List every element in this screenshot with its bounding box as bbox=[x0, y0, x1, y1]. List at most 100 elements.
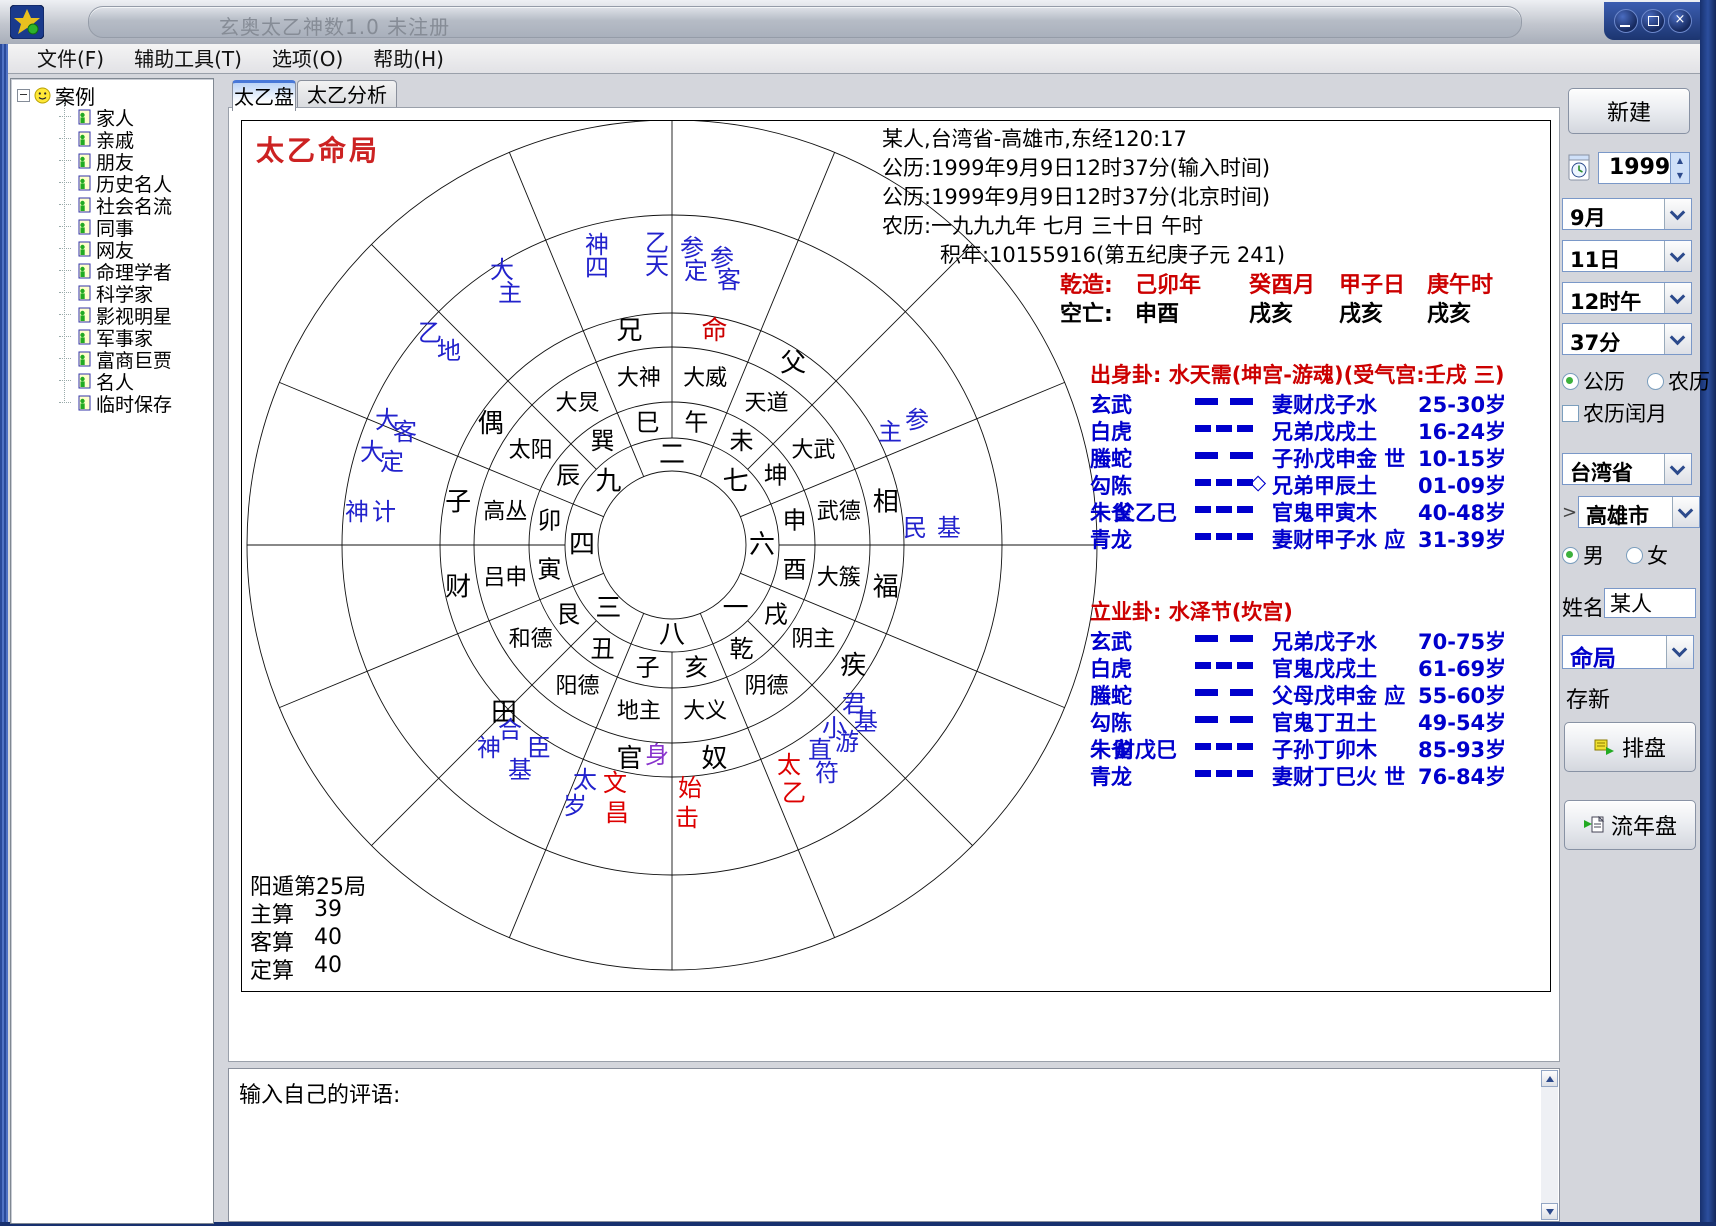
info-line-0: 某人,台湾省-高雄市,东经120:17 bbox=[882, 125, 1285, 154]
chart-sector-line bbox=[700, 152, 834, 476]
tab-taiyifenxi[interactable]: 太乙分析 bbox=[297, 80, 397, 109]
chart-label: 未 bbox=[729, 427, 753, 455]
person-doc-icon bbox=[76, 109, 91, 125]
tree-root[interactable]: 案例 bbox=[17, 84, 95, 106]
female-radio[interactable] bbox=[1626, 547, 1643, 564]
ju-label: 阳遁第25局 bbox=[250, 869, 366, 897]
comment-scrollbar[interactable] bbox=[1541, 1070, 1558, 1220]
titlebar[interactable]: 玄奥太乙神数1.0 未注册 × bbox=[0, 0, 1716, 45]
name-label: 姓名 bbox=[1562, 592, 1604, 622]
hexagram-row: 玄武妻财戊子水25-30岁 bbox=[1090, 389, 1530, 413]
chart-label: 二 bbox=[659, 440, 685, 470]
chart-label: 阴德 bbox=[744, 674, 788, 699]
maximize-button[interactable] bbox=[1641, 9, 1665, 33]
bazi-value: 己卯年 bbox=[1135, 267, 1201, 299]
chart-label: 和德 bbox=[509, 627, 553, 652]
window-frame-bottom bbox=[0, 1222, 1716, 1226]
liunian-button[interactable]: 流年盘 bbox=[1564, 800, 1696, 850]
six-god-label: 勾陈 bbox=[1090, 707, 1132, 737]
stat-row: 主算39 bbox=[250, 897, 366, 925]
minute-select[interactable]: 37分 bbox=[1562, 323, 1692, 355]
day-select[interactable]: 11日 bbox=[1562, 240, 1692, 272]
sidebar-item-13[interactable]: 临时保存 bbox=[59, 392, 172, 414]
bazi-value: 戌亥 bbox=[1249, 296, 1293, 328]
hexagram-row: 勾陈◇兄弟甲辰土01-09岁 bbox=[1090, 470, 1530, 494]
chevron-down-icon[interactable] bbox=[1664, 324, 1691, 354]
menu-item-0[interactable]: 文件(F) bbox=[22, 46, 119, 72]
year-spinner[interactable]: 1999 ▲▼ bbox=[1598, 152, 1690, 184]
chart-label: 武德 bbox=[817, 499, 861, 524]
line-text: 官鬼甲寅木 bbox=[1272, 497, 1377, 527]
line-text: 妻财戊子水 bbox=[1272, 389, 1377, 419]
chevron-down-icon[interactable] bbox=[1664, 199, 1691, 229]
hour-select[interactable]: 12时午 bbox=[1562, 282, 1692, 314]
chart-label: 疾 bbox=[840, 651, 866, 681]
person-doc-icon bbox=[76, 219, 91, 235]
day-value: 11日 bbox=[1570, 244, 1620, 274]
city-select[interactable]: 高雄市 bbox=[1578, 496, 1700, 528]
chart-label: 兄 bbox=[616, 316, 642, 346]
chevron-down-icon[interactable] bbox=[1664, 454, 1691, 484]
year-spin-buttons[interactable]: ▲▼ bbox=[1670, 153, 1689, 183]
minimize-button[interactable] bbox=[1614, 9, 1638, 33]
chart-type-select[interactable]: 命局 bbox=[1562, 635, 1694, 669]
chart-label: 相 bbox=[873, 487, 899, 517]
menu-bar: 文件(F)辅助工具(T)选项(O)帮助(H) bbox=[8, 44, 1700, 74]
chart-label: 命 bbox=[702, 316, 728, 346]
city-marker: > bbox=[1562, 502, 1577, 523]
chart-label: 三 bbox=[595, 594, 621, 624]
six-god-label: 玄武 bbox=[1090, 626, 1132, 656]
bazi-value: 申酉 bbox=[1135, 296, 1179, 328]
chart-label: 八 bbox=[659, 620, 685, 650]
close-button[interactable]: × bbox=[1668, 9, 1692, 33]
month-value: 9月 bbox=[1570, 202, 1606, 232]
yang-line-symbol bbox=[1195, 533, 1253, 540]
chart-label: 偶 bbox=[478, 409, 504, 439]
menu-item-1[interactable]: 辅助工具(T) bbox=[119, 46, 257, 72]
line-prefix: 财戊巳 bbox=[1114, 734, 1177, 764]
age-range: 55-60岁 bbox=[1418, 680, 1506, 710]
month-select[interactable]: 9月 bbox=[1562, 198, 1692, 230]
chevron-down-icon[interactable] bbox=[1666, 636, 1693, 668]
age-range: 31-39岁 bbox=[1418, 524, 1506, 554]
hour-value: 12时午 bbox=[1570, 286, 1641, 316]
person-doc-icon bbox=[76, 241, 91, 257]
scroll-up-button[interactable] bbox=[1541, 1070, 1558, 1087]
lunar-radio[interactable] bbox=[1647, 373, 1664, 390]
person-doc-icon bbox=[76, 395, 91, 411]
bazi-value: 庚午时 bbox=[1427, 267, 1493, 299]
chart-label: 亥 bbox=[684, 654, 708, 682]
six-god-label: 螣蛇 bbox=[1090, 680, 1132, 710]
chevron-down-icon[interactable] bbox=[1664, 283, 1691, 313]
chart-label: 客 bbox=[717, 266, 741, 294]
age-range: 16-24岁 bbox=[1418, 416, 1506, 446]
male-radio[interactable] bbox=[1562, 547, 1579, 564]
age-range: 85-93岁 bbox=[1418, 734, 1506, 764]
province-select[interactable]: 台湾省 bbox=[1562, 453, 1692, 485]
chart-label: 寅 bbox=[537, 555, 561, 583]
leap-month-checkbox[interactable] bbox=[1562, 405, 1579, 422]
paipan-button[interactable]: 排盘 bbox=[1564, 722, 1696, 772]
chart-label: 福 bbox=[873, 573, 899, 603]
chevron-down-icon[interactable] bbox=[1664, 241, 1691, 271]
chart-label: 坤 bbox=[764, 462, 788, 490]
line-text: 父母戊申金 应 bbox=[1272, 680, 1405, 710]
menu-item-2[interactable]: 选项(O) bbox=[257, 46, 358, 72]
hexagram-row: 朱雀财戊巳子孙丁卯木85-93岁 bbox=[1090, 734, 1530, 758]
name-field[interactable] bbox=[1604, 588, 1696, 618]
save-new-label: 存新 bbox=[1566, 682, 1610, 714]
tree-collapse-icon[interactable] bbox=[17, 89, 30, 102]
tab-taiyipan[interactable]: 太乙盘 bbox=[232, 80, 296, 111]
menu-item-3[interactable]: 帮助(H) bbox=[358, 46, 459, 72]
line-text: 官鬼戊戌土 bbox=[1272, 653, 1377, 683]
chart-label: 文 bbox=[603, 769, 627, 797]
chevron-down-icon[interactable] bbox=[1672, 497, 1699, 527]
solar-radio[interactable] bbox=[1562, 373, 1579, 390]
comment-box[interactable]: 输入自己的评语: bbox=[228, 1068, 1560, 1222]
hexagram-header-0: 出身卦: 水天需(坤宫-游魂)(受气宫:壬戌 三) bbox=[1090, 359, 1505, 389]
scroll-down-button[interactable] bbox=[1541, 1203, 1558, 1220]
chart-label: 财 bbox=[445, 573, 471, 603]
yin-line-symbol bbox=[1195, 689, 1253, 696]
new-button[interactable]: 新建 bbox=[1568, 88, 1690, 134]
tree-branch-line bbox=[59, 380, 71, 382]
